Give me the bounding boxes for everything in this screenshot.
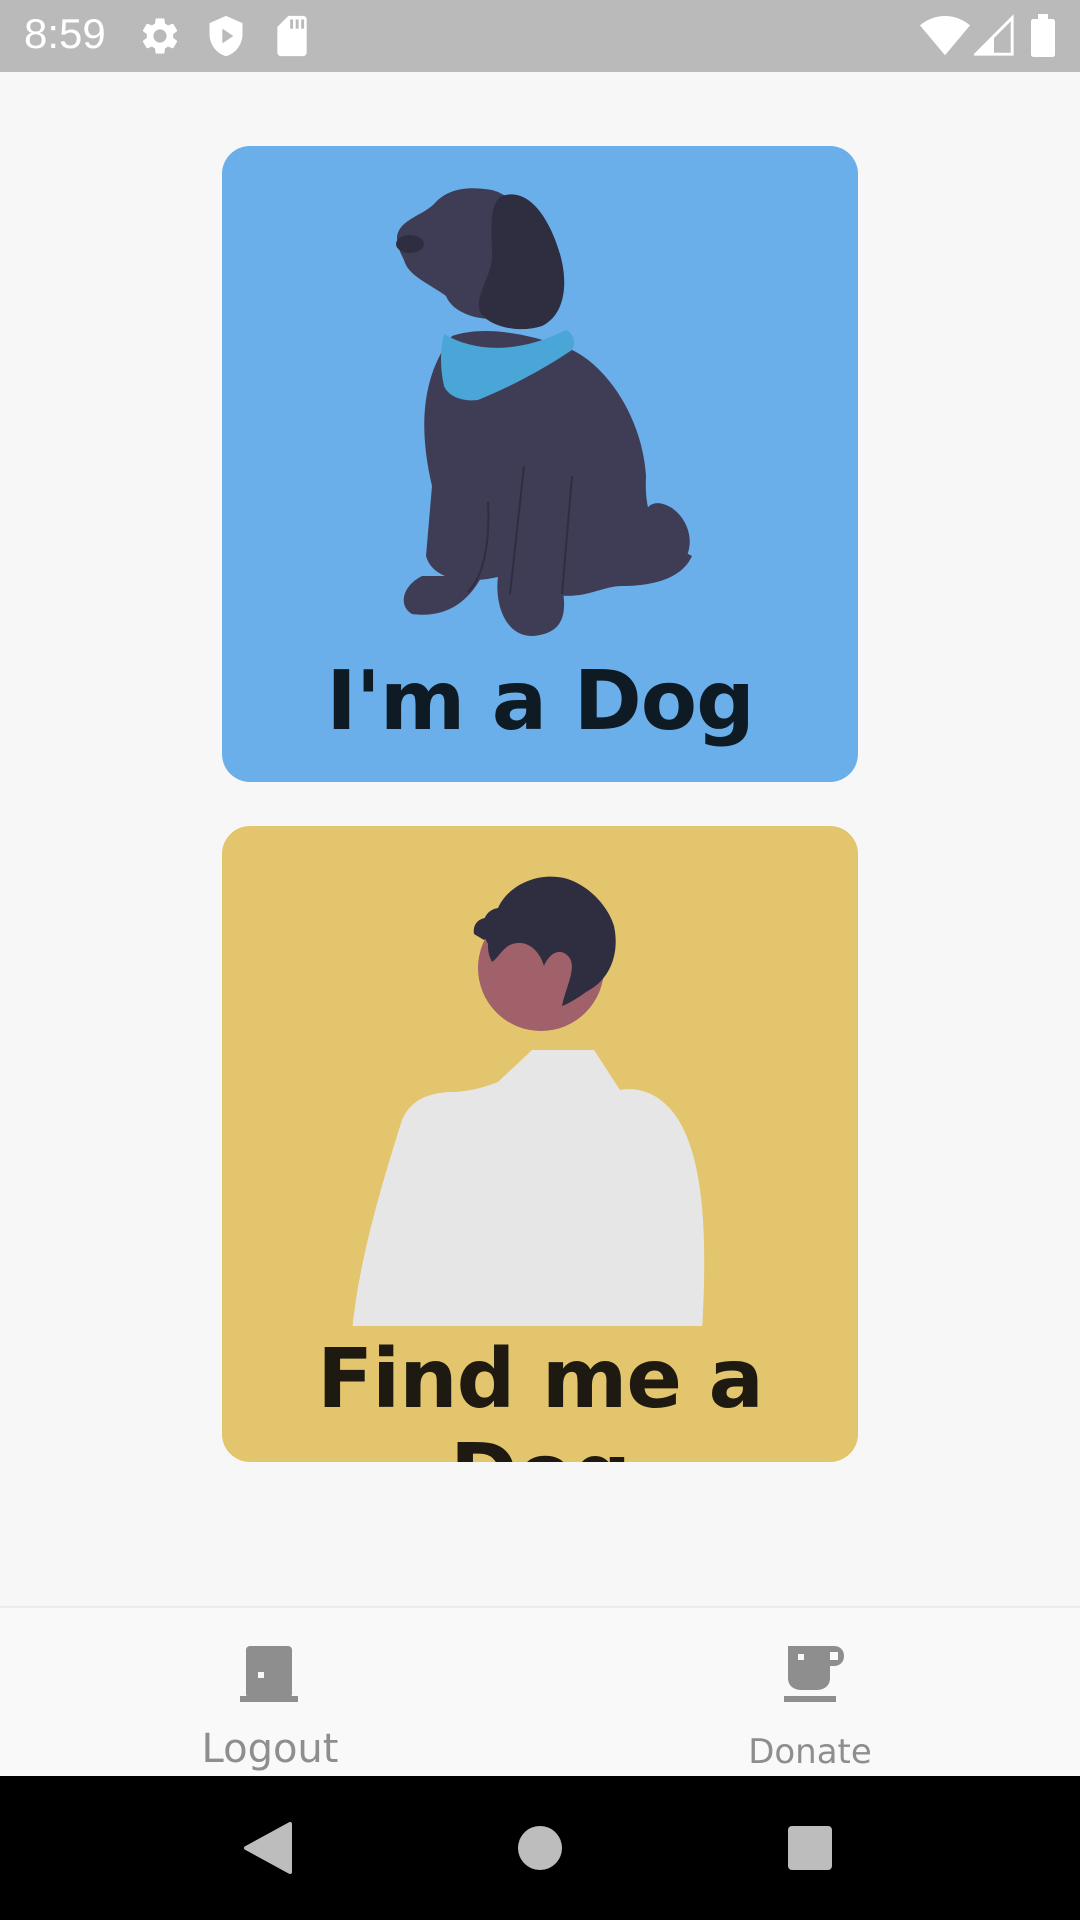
find-me-a-dog-label: Find me a Dog [317,1332,764,1462]
dog-illustration [396,188,692,636]
app-screen: 8:59 I'm a Dog Find me a Logout Donate [0,0,1080,1920]
shield-play-icon [209,15,243,57]
home-icon[interactable] [490,1798,590,1898]
back-icon[interactable] [218,1798,318,1898]
gear-icon [142,18,178,54]
find-me-a-dog-card[interactable]: Find me a Dog [222,826,858,1462]
im-a-dog-label: I'm a Dog [326,654,755,749]
signal-icon [974,14,1014,56]
status-time: 8:59 [24,10,106,57]
sd-card-icon [277,15,307,57]
person-illustration [352,876,705,1326]
logout-button[interactable]: Logout [0,1608,540,1778]
wifi-icon [920,16,970,56]
bottom-navigation: Logout Donate [0,1606,1080,1778]
system-navigation-bar [0,1776,1080,1920]
im-a-dog-card[interactable]: I'm a Dog [222,146,858,782]
donate-label: Donate [748,1732,872,1772]
coffee-cup-icon [784,1646,844,1702]
battery-icon [1031,14,1055,57]
recents-icon[interactable] [760,1798,860,1898]
door-icon [240,1646,298,1702]
logout-label: Logout [201,1726,339,1772]
status-bar: 8:59 [0,0,1080,72]
donate-button[interactable]: Donate [540,1608,1080,1778]
